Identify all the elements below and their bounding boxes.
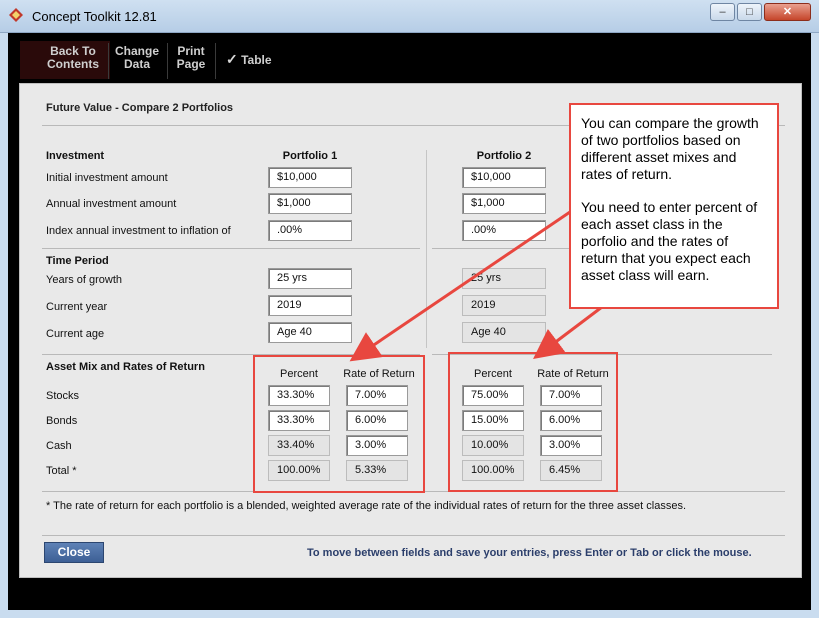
- annotation-callout: You can compare the growth of two portfo…: [569, 103, 779, 309]
- annotation-arrows: [349, 210, 603, 362]
- arrow-to-portfolio2: [533, 305, 603, 360]
- arrow-to-portfolio1: [349, 210, 571, 362]
- callout-paragraph-2: You need to enter percent of each asset …: [581, 199, 758, 283]
- callout-paragraph-1: You can compare the growth of two portfo…: [581, 115, 759, 182]
